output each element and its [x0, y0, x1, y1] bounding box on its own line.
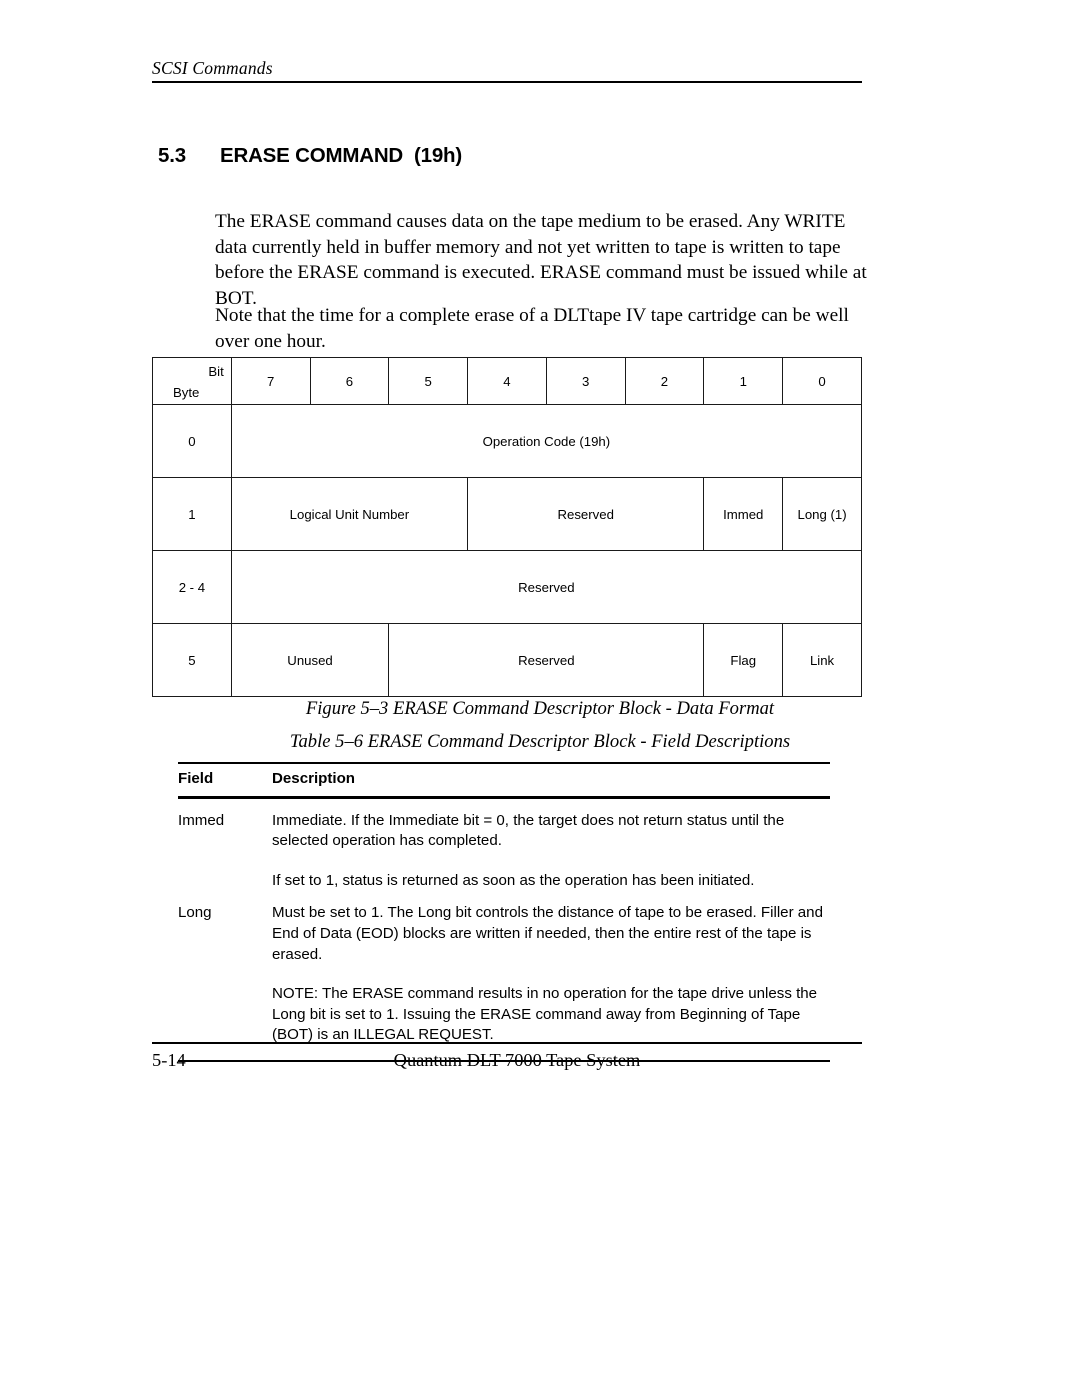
figure-caption: Figure 5–3 ERASE Command Descriptor Bloc…: [305, 698, 775, 719]
cdb-cell-logical-unit-number: Logical Unit Number: [230, 477, 469, 551]
cdb-cell-long: Long (1): [782, 477, 862, 551]
field-column-header: Field: [178, 770, 214, 787]
cdb-row-byte-1: 1 Logical Unit Number Reserved Immed Lon…: [152, 477, 862, 551]
cdb-cell-flag: Flag: [703, 623, 784, 697]
field-table-row-immed: Immed Immediate. If the Immediate bit = …: [178, 799, 830, 892]
cdb-cell-operation-code: Operation Code (19h): [230, 404, 863, 478]
cdb-cell-reserved: Reserved: [230, 550, 863, 624]
cdb-byte-number: 2 - 4: [152, 550, 232, 624]
cdb-bit-header-6: 6: [309, 357, 390, 405]
cdb-bit-label: Bit: [208, 364, 224, 379]
section-heading: 5.3 ERASE COMMAND (19h): [158, 144, 462, 168]
cdb-table-body: Bit Byte 7 6 5 4 3 2 1 0 0 Operation Cod…: [152, 357, 863, 697]
body-paragraph-1: The ERASE command causes data on the tap…: [215, 211, 867, 310]
field-descriptions-table: Field Description Immed Immediate. If th…: [178, 762, 830, 1062]
field-description-immed: Immediate. If the Immediate bit = 0, the…: [272, 811, 830, 892]
footer-line: 5-14 Quantum DLT 7000 Tape System: [152, 1050, 862, 1080]
field-table-row-long: Long Must be set to 1. The Long bit cont…: [178, 891, 830, 1046]
cdb-byte-number: 1: [152, 477, 232, 551]
cdb-bit-header-3: 3: [545, 357, 626, 405]
cdb-cell-reserved: Reserved: [388, 623, 705, 697]
cdb-cell-reserved: Reserved: [467, 477, 705, 551]
cdb-byte-number: 5: [152, 623, 232, 697]
table-caption: Table 5–6 ERASE Command Descriptor Block…: [289, 731, 791, 752]
cdb-bit-header-0: 0: [782, 357, 862, 405]
field-description-paragraph: If set to 1, status is returned as soon …: [272, 871, 755, 889]
cdb-byte-label: Byte: [173, 385, 200, 400]
running-header-title: SCSI Commands: [152, 58, 273, 78]
field-description-paragraph: Must be set to 1. The Long bit controls …: [272, 904, 823, 963]
field-description-paragraph: Immediate. If the Immediate bit = 0, the…: [272, 811, 785, 850]
cdb-row-byte-5: 5 Unused Reserved Flag Link: [152, 623, 862, 697]
cdb-bit-header-5: 5: [388, 357, 469, 405]
page-footer: 5-14 Quantum DLT 7000 Tape System: [152, 1042, 862, 1080]
cdb-byte-number: 0: [152, 404, 232, 478]
body-paragraph-2: Note that the time for a complete erase …: [215, 305, 849, 352]
cdb-cell-immed: Immed: [703, 477, 784, 551]
section-title: ERASE COMMAND (19h): [220, 144, 463, 167]
field-table-header-row: Field Description: [178, 764, 830, 796]
description-column-header: Description: [272, 770, 356, 787]
footer-document-title: Quantum DLT 7000 Tape System: [393, 1050, 641, 1070]
section-number: 5.3: [158, 144, 186, 167]
cdb-bit-header-7: 7: [230, 357, 311, 405]
running-header: SCSI Commands: [152, 58, 862, 83]
footer-rule: [152, 1042, 862, 1044]
cdb-corner-cell: Bit Byte: [152, 357, 232, 405]
cdb-row-byte-2-4: 2 - 4 Reserved: [152, 550, 863, 624]
cdb-cell-link: Link: [782, 623, 862, 697]
running-header-rule: [152, 81, 862, 83]
cdb-bit-header-4: 4: [467, 357, 547, 405]
document-page: SCSI Commands 5.3 ERASE COMMAND (19h) Th…: [0, 0, 1080, 1397]
field-description-note: NOTE: The ERASE command results in no op…: [272, 985, 818, 1044]
cdb-header-row: Bit Byte 7 6 5 4 3 2 1 0: [152, 357, 862, 405]
field-name-immed: Immed: [178, 811, 225, 829]
field-description-long: Must be set to 1. The Long bit controls …: [272, 903, 830, 1046]
cdb-bit-header-2: 2: [624, 357, 705, 405]
cdb-row-byte-0: 0 Operation Code (19h): [152, 404, 863, 478]
field-name-long: Long: [178, 904, 212, 922]
cdb-cell-unused: Unused: [230, 623, 390, 697]
cdb-table: Bit Byte 7 6 5 4 3 2 1 0 0 Operation Cod…: [152, 357, 863, 697]
cdb-bit-header-1: 1: [703, 357, 784, 405]
